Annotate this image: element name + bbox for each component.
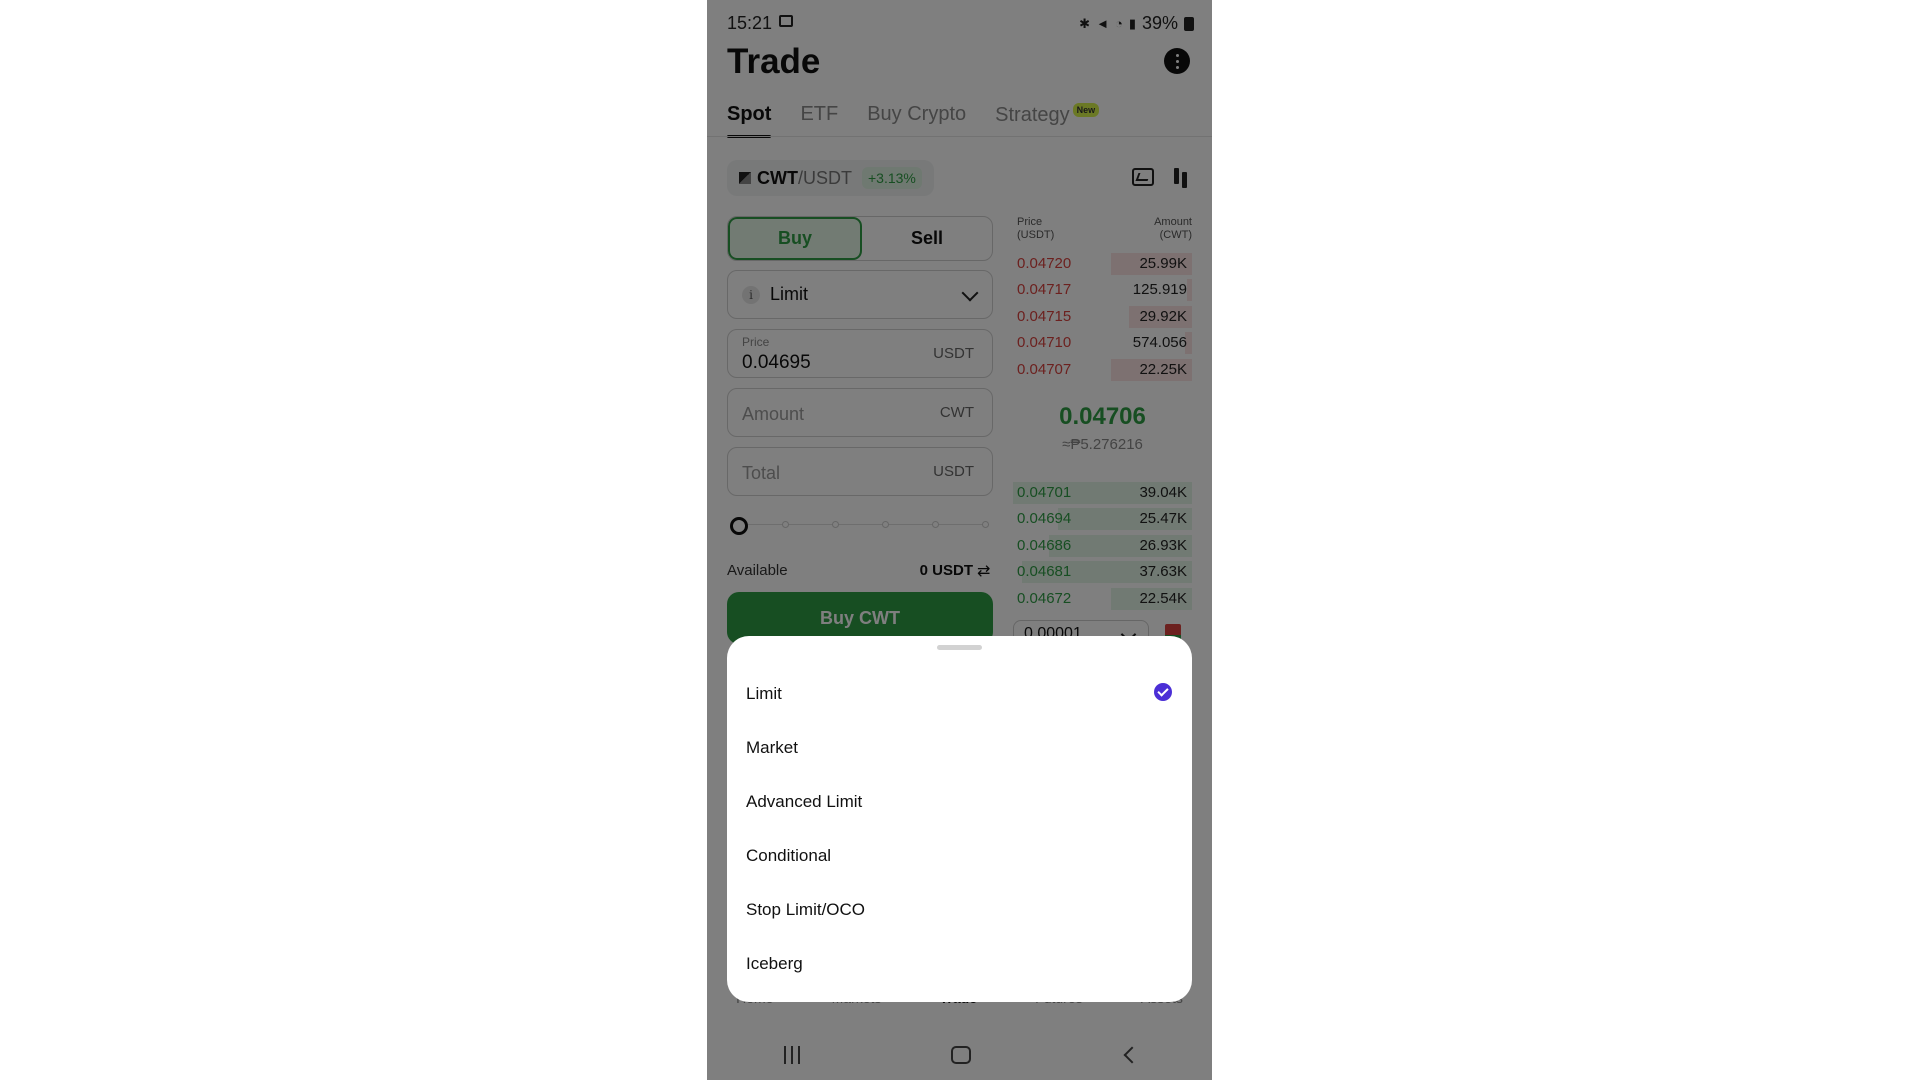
order-type-sheet: Limit Market Advanced Limit Conditional … <box>727 636 1192 1002</box>
phone-screen: 15:21 ✱ ◄ ◔ ▮ 39% Trade Spot ETF Buy Cry… <box>707 0 1212 1080</box>
option-limit[interactable]: Limit <box>746 674 1166 714</box>
option-market[interactable]: Market <box>746 728 1166 768</box>
option-stop-limit-oco[interactable]: Stop Limit/OCO <box>746 890 1166 930</box>
recent-apps-icon[interactable] <box>781 1046 803 1064</box>
option-iceberg[interactable]: Iceberg <box>746 944 1166 984</box>
sheet-drag-handle[interactable] <box>937 645 982 650</box>
home-icon[interactable] <box>951 1046 972 1064</box>
check-icon <box>1154 683 1172 701</box>
option-advanced-limit[interactable]: Advanced Limit <box>746 782 1166 822</box>
back-icon[interactable] <box>1123 1046 1141 1064</box>
system-nav-bar <box>707 1030 1212 1080</box>
option-conditional[interactable]: Conditional <box>746 836 1166 876</box>
